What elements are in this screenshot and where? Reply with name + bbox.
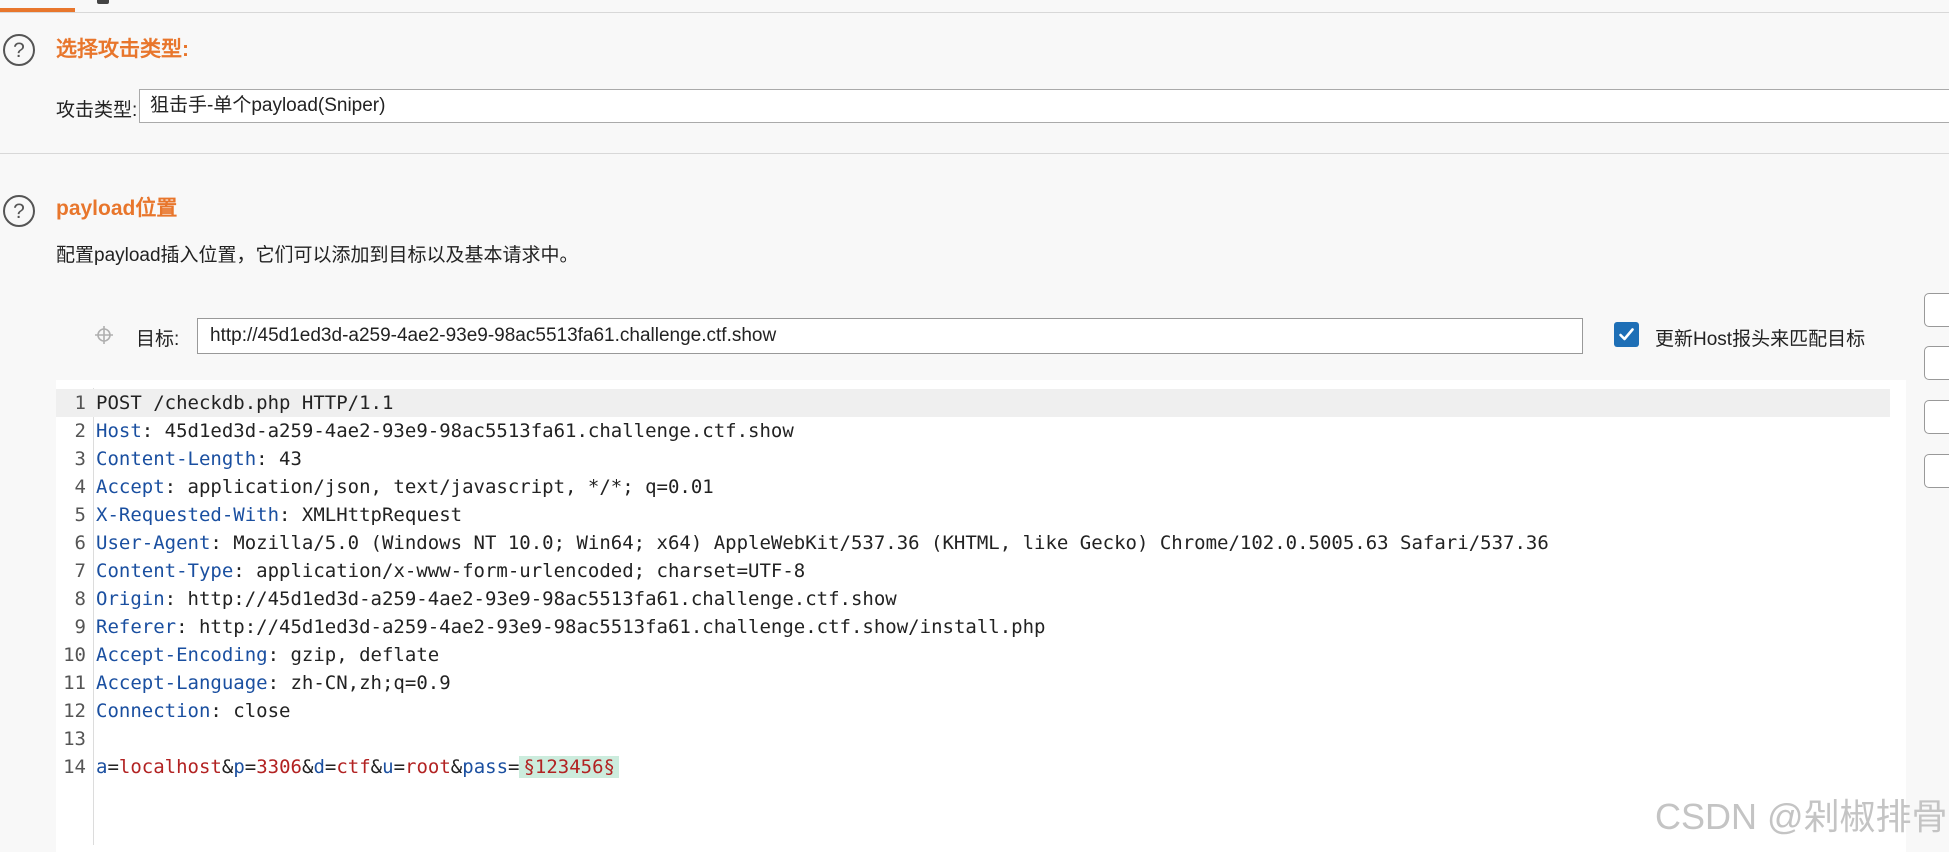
code-line: 7 Content-Type: application/x-www-form-ur…: [74, 560, 806, 582]
payload-position-marker[interactable]: §123456§: [519, 756, 619, 778]
crosshair-icon: [95, 326, 113, 344]
clear-markers-button[interactable]: [1924, 346, 1949, 380]
target-url-input[interactable]: http://45d1ed3d-a259-4ae2-93e9-98ac5513f…: [197, 318, 1583, 354]
header-name: X-Requested-With: [96, 504, 280, 526]
header-name: Accept-Language: [96, 672, 268, 694]
body-param-key: pass: [462, 756, 509, 778]
header-name: Origin: [96, 588, 165, 610]
body-param-value: 3306: [256, 756, 302, 778]
help-icon[interactable]: ?: [3, 34, 35, 66]
code-line: 8 Origin: http://45d1ed3d-a259-4ae2-93e9-…: [74, 588, 897, 610]
code-line: 3 Content-Length: 43: [74, 448, 302, 470]
header-value: application/json, text/javascript, */*; …: [187, 476, 714, 498]
header-value: zh-CN,zh;q=0.9: [290, 672, 451, 694]
code-line: 4 Accept: application/json, text/javascri…: [74, 476, 714, 498]
header-value: XMLHttpRequest: [301, 504, 463, 526]
update-host-label: 更新Host报头来匹配目标: [1655, 329, 1866, 350]
header-name: Referer: [96, 616, 177, 638]
header-name: Content-Type: [96, 560, 234, 582]
attack-type-section-title: 选择攻击类型:: [56, 38, 189, 61]
code-line: 5 X-Requested-With: XMLHttpRequest: [74, 504, 463, 526]
header-name: User-Agent: [96, 532, 211, 554]
payload-positions-description: 配置payload插入位置，它们可以添加到目标以及基本请求中。: [56, 245, 579, 266]
attack-type-select[interactable]: 狙击手-单个payload(Sniper): [139, 89, 1949, 123]
header-name: Content-Length: [96, 448, 257, 470]
body-param-key: p: [233, 756, 245, 778]
top-tab-bar: [0, 0, 1949, 13]
auto-marker-button[interactable]: [1924, 400, 1949, 434]
code-line: 13: [63, 728, 86, 750]
add-marker-button[interactable]: [1924, 293, 1949, 327]
code-line: 6 User-Agent: Mozilla/5.0 (Windows NT 10.…: [74, 532, 1549, 554]
watermark: CSDN @剁椒排骨: [1655, 796, 1948, 837]
code-line: 9 Referer: http://45d1ed3d-a259-4ae2-93e9…: [74, 616, 1046, 638]
header-value: application/x-www-form-urlencoded; chars…: [256, 560, 806, 582]
help-icon[interactable]: ?: [3, 195, 35, 227]
target-label: 目标:: [136, 329, 180, 350]
tab-label-fragment: [97, 0, 109, 4]
update-host-checkbox[interactable]: [1614, 322, 1639, 347]
header-value: Mozilla/5.0 (Windows NT 10.0; Win64; x64…: [233, 532, 1549, 554]
request-body: a=localhost&p=3306&d=ctf&u=root&pass= §12…: [94, 753, 619, 781]
header-name: Accept-Encoding: [96, 644, 268, 666]
code-line: 10 Accept-Encoding: gzip, deflate: [63, 644, 440, 666]
section-divider: [0, 153, 1949, 154]
header-value: http://45d1ed3d-a259-4ae2-93e9-98ac5513f…: [198, 616, 1046, 638]
attack-type-label: 攻击类型:: [56, 100, 138, 121]
header-name: Connection: [96, 700, 211, 722]
active-tab-indicator: [0, 8, 75, 12]
code-line: 2 Host: 45d1ed3d-a259-4ae2-93e9-98ac5513f…: [74, 420, 794, 442]
request-line: POST /checkdb.php HTTP/1.1: [96, 392, 394, 414]
header-value: close: [233, 700, 291, 722]
checkmark-icon: [1619, 328, 1634, 341]
request-editor[interactable]: 1 POST /checkdb.php HTTP/1.1 2 Host: 45d1e…: [56, 389, 1890, 781]
payload-positions-title: payload位置: [56, 197, 178, 220]
refresh-button[interactable]: [1924, 454, 1949, 488]
code-line: 1 POST /checkdb.php HTTP/1.1: [56, 389, 1890, 417]
code-line: 11 Accept-Language: zh-CN,zh;q=0.9: [63, 672, 451, 694]
body-param-key: u: [382, 756, 394, 778]
header-value: 43: [279, 448, 302, 470]
header-name: Host: [96, 420, 142, 442]
body-param-value: localhost: [118, 756, 222, 778]
code-line: 12 Connection: close: [63, 700, 291, 722]
header-value: gzip, deflate: [290, 644, 440, 666]
body-param-key: a: [96, 756, 108, 778]
body-param-value: ctf: [336, 756, 371, 778]
header-value: http://45d1ed3d-a259-4ae2-93e9-98ac5513f…: [187, 588, 897, 610]
code-line: 14 a=localhost&p=3306&d=ctf&u=root&pass= §…: [56, 753, 1890, 781]
body-param-value: root: [405, 756, 451, 778]
header-value: 45d1ed3d-a259-4ae2-93e9-98ac5513fa61.cha…: [164, 420, 794, 442]
header-name: Accept: [96, 476, 165, 498]
body-param-key: d: [313, 756, 325, 778]
